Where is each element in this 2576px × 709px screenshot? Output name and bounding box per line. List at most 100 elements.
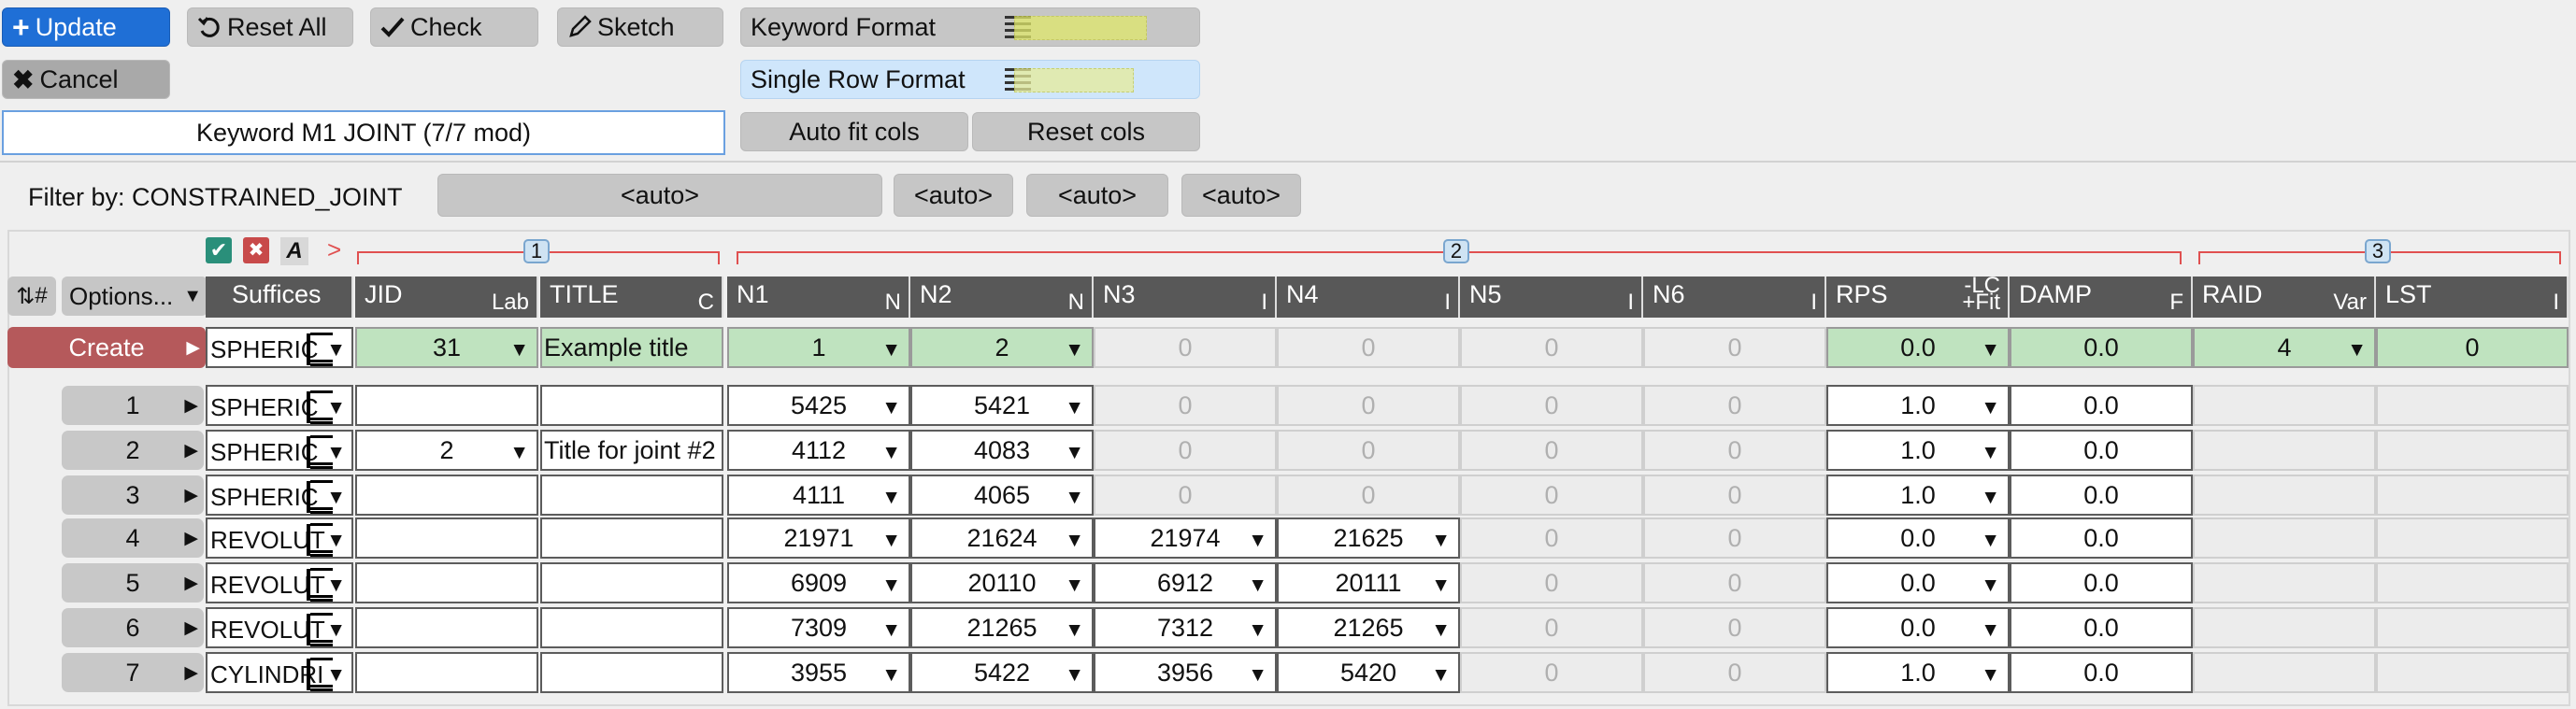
cell-n6[interactable]: 0: [1643, 562, 1826, 603]
cell-raid[interactable]: [2193, 518, 2376, 559]
cell-lst[interactable]: [2376, 562, 2569, 603]
cell-n1[interactable]: 21971 ▼: [727, 518, 910, 559]
cell-jid[interactable]: [355, 562, 538, 603]
cell-n2[interactable]: 5421 ▼: [910, 385, 1094, 426]
cell-n3[interactable]: 0: [1094, 430, 1277, 471]
options-dropdown[interactable]: Options... ▼: [62, 277, 208, 316]
cell-raid[interactable]: 4 ▼: [2193, 327, 2376, 368]
cell-n4[interactable]: 0: [1277, 327, 1460, 368]
cell-title[interactable]: [540, 607, 723, 648]
dropdown-arrow-icon[interactable]: ▼: [1431, 530, 1451, 552]
cell-lst[interactable]: [2376, 607, 2569, 648]
cell-n3[interactable]: 6912 ▼: [1094, 562, 1277, 603]
cell-rps[interactable]: 0.0 ▼: [1826, 607, 2010, 648]
row-number-button[interactable]: 2 ▶: [62, 431, 204, 470]
cell-raid[interactable]: [2193, 430, 2376, 471]
cell-n3[interactable]: 7312 ▼: [1094, 607, 1277, 648]
keyword-format-button[interactable]: Keyword Format: [740, 7, 1200, 47]
cell-n3[interactable]: 0: [1094, 475, 1277, 516]
cell-lst[interactable]: [2376, 518, 2569, 559]
cell-n3[interactable]: 0: [1094, 385, 1277, 426]
cell-lst[interactable]: [2376, 652, 2569, 693]
dropdown-arrow-icon[interactable]: ▼: [1065, 339, 1084, 362]
filter-field-2[interactable]: <auto>: [894, 174, 1013, 217]
row-number-button[interactable]: 3 ▶: [62, 475, 204, 515]
cell-lst[interactable]: [2376, 430, 2569, 471]
cell-n2[interactable]: 2 ▼: [910, 327, 1094, 368]
cell-n2[interactable]: 5422 ▼: [910, 652, 1094, 693]
column-header-n1[interactable]: N1 N: [727, 277, 910, 318]
column-header-rps[interactable]: RPS -LC +Fit: [1826, 273, 2010, 318]
dropdown-arrow-icon[interactable]: ▼: [1065, 442, 1084, 464]
dropdown-arrow-icon[interactable]: ▼: [1248, 619, 1267, 642]
cancel-button[interactable]: ✖ Cancel: [2, 60, 170, 99]
dropdown-arrow-icon[interactable]: ▼: [509, 442, 529, 464]
dropdown-arrow-icon[interactable]: ▼: [881, 574, 901, 597]
column-header-damp[interactable]: DAMP F: [2010, 277, 2193, 318]
cell-n4[interactable]: 0: [1277, 385, 1460, 426]
cell-n3[interactable]: 3956 ▼: [1094, 652, 1277, 693]
cell-lst[interactable]: 0: [2376, 327, 2569, 368]
check-all-icon[interactable]: ✔: [206, 237, 232, 263]
dropdown-arrow-icon[interactable]: ▼: [1981, 397, 2000, 419]
dropdown-arrow-icon[interactable]: ▼: [1248, 574, 1267, 597]
reset-all-button[interactable]: Reset All: [187, 7, 353, 47]
dropdown-arrow-icon[interactable]: ▼: [1981, 530, 2000, 552]
cell-rps[interactable]: 1.0 ▼: [1826, 652, 2010, 693]
cell-raid[interactable]: [2193, 652, 2376, 693]
dropdown-arrow-icon[interactable]: ▼: [881, 397, 901, 419]
check-button[interactable]: Check: [370, 7, 538, 47]
cell-raid[interactable]: [2193, 562, 2376, 603]
keyword-title-field[interactable]: Keyword M1 JOINT (7/7 mod): [2, 110, 725, 155]
cell-n3[interactable]: 0: [1094, 327, 1277, 368]
cell-n1[interactable]: 1 ▼: [727, 327, 910, 368]
cell-damp[interactable]: 0.0: [2010, 562, 2193, 603]
cell-n5[interactable]: 0: [1460, 518, 1643, 559]
suffix-dropdown[interactable]: SPHERIC ▼: [206, 327, 353, 368]
cell-n2[interactable]: 21265 ▼: [910, 607, 1094, 648]
cell-title[interactable]: [540, 652, 723, 693]
dropdown-arrow-icon[interactable]: ▼: [881, 664, 901, 687]
suffix-dropdown[interactable]: REVOLUT ▼: [206, 607, 353, 648]
row-number-button[interactable]: 1 ▶: [62, 386, 204, 425]
dropdown-arrow-icon[interactable]: ▼: [1065, 487, 1084, 509]
dropdown-arrow-icon[interactable]: ▼: [2347, 339, 2367, 362]
cell-title[interactable]: Title for joint #2: [540, 430, 723, 471]
cell-n1[interactable]: 7309 ▼: [727, 607, 910, 648]
dropdown-arrow-icon[interactable]: ▼: [1065, 664, 1084, 687]
update-button[interactable]: + Update: [2, 7, 170, 47]
dropdown-arrow-icon[interactable]: ▼: [1065, 619, 1084, 642]
cell-n1[interactable]: 5425 ▼: [727, 385, 910, 426]
cell-rps[interactable]: 1.0 ▼: [1826, 430, 2010, 471]
dropdown-arrow-icon[interactable]: ▼: [1248, 664, 1267, 687]
column-header-title[interactable]: TITLE C: [540, 277, 723, 318]
cell-title[interactable]: [540, 562, 723, 603]
cell-raid[interactable]: [2193, 385, 2376, 426]
cell-n5[interactable]: 0: [1460, 327, 1643, 368]
cell-title[interactable]: Example title: [540, 327, 723, 368]
cell-n6[interactable]: 0: [1643, 430, 1826, 471]
dropdown-arrow-icon[interactable]: ▼: [1981, 339, 2000, 362]
cell-n2[interactable]: 21624 ▼: [910, 518, 1094, 559]
single-row-format-button[interactable]: Single Row Format: [740, 60, 1200, 99]
dropdown-arrow-icon[interactable]: ▼: [1065, 397, 1084, 419]
cell-rps[interactable]: 0.0 ▼: [1826, 518, 2010, 559]
dropdown-arrow-icon[interactable]: ▼: [1981, 664, 2000, 687]
cell-n4[interactable]: 21265 ▼: [1277, 607, 1460, 648]
cell-n1[interactable]: 6909 ▼: [727, 562, 910, 603]
cell-n1[interactable]: 4111 ▼: [727, 475, 910, 516]
column-header-n2[interactable]: N2 N: [910, 277, 1094, 318]
suffix-dropdown[interactable]: CYLINDRI ▼: [206, 652, 353, 693]
sketch-button[interactable]: Sketch: [557, 7, 723, 47]
cell-jid[interactable]: 2 ▼: [355, 430, 538, 471]
cell-lst[interactable]: [2376, 385, 2569, 426]
dropdown-arrow-icon[interactable]: ▼: [1981, 619, 2000, 642]
cell-damp[interactable]: 0.0: [2010, 430, 2193, 471]
cell-n2[interactable]: 4065 ▼: [910, 475, 1094, 516]
cell-n6[interactable]: 0: [1643, 327, 1826, 368]
cell-damp[interactable]: 0.0: [2010, 607, 2193, 648]
cell-jid[interactable]: [355, 385, 538, 426]
cell-rps[interactable]: 1.0 ▼: [1826, 385, 2010, 426]
dropdown-arrow-icon[interactable]: ▼: [1431, 574, 1451, 597]
reset-cols-button[interactable]: Reset cols: [972, 112, 1200, 151]
